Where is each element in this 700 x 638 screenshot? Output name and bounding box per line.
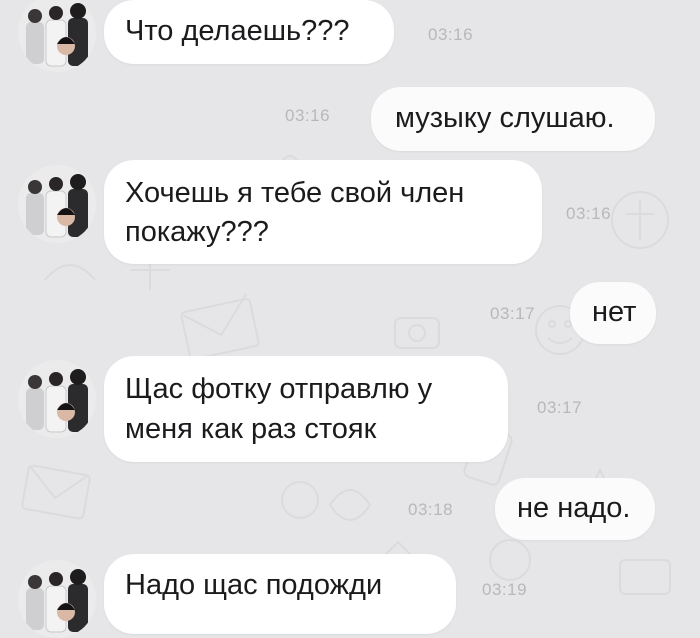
- incoming-message-bubble[interactable]: Щас фотку отправлю у меня как раз стояк: [104, 356, 508, 462]
- message-timestamp: 03:16: [285, 106, 331, 125]
- contact-avatar[interactable]: [18, 360, 96, 438]
- contact-photo-icon: [18, 360, 96, 438]
- contact-photo-icon: [18, 165, 96, 243]
- contact-photo-icon: [18, 560, 96, 638]
- message-text-line-1: Хочешь я тебе свой член: [125, 177, 465, 209]
- message-timestamp: 03:16: [566, 204, 612, 223]
- outgoing-message-bubble[interactable]: не надо.: [495, 478, 655, 540]
- message-text: музыку слушаю.: [395, 102, 615, 134]
- message-text-line-1: Щас фотку отправлю у: [125, 373, 433, 405]
- outgoing-message-bubble[interactable]: нет: [570, 282, 656, 344]
- message-text: Надо щас подожди: [125, 569, 383, 601]
- message-timestamp: 03:17: [537, 398, 583, 417]
- incoming-message-bubble[interactable]: Что делаешь???: [104, 0, 394, 64]
- message-text-line-2: покажу???: [125, 216, 269, 248]
- message-timestamp: 03:17: [490, 304, 536, 323]
- message-text: не надо.: [517, 492, 631, 524]
- message-text-line-2: меня как раз стояк: [125, 413, 377, 445]
- chat-thread[interactable]: Что делаешь??? 03:16 03:16 музыку слушаю…: [0, 0, 700, 638]
- message-timestamp: 03:16: [428, 25, 474, 44]
- incoming-message-bubble[interactable]: Хочешь я тебе свой член покажу???: [104, 160, 542, 264]
- message-timestamp: 03:19: [482, 580, 528, 599]
- incoming-message-bubble[interactable]: Надо щас подожди: [104, 554, 456, 634]
- outgoing-message-bubble[interactable]: музыку слушаю.: [371, 87, 655, 151]
- message-text: нет: [592, 296, 637, 328]
- contact-avatar[interactable]: [18, 560, 96, 638]
- message-timestamp: 03:18: [408, 500, 454, 519]
- message-text: Что делаешь???: [125, 15, 350, 47]
- contact-avatar[interactable]: [18, 165, 96, 243]
